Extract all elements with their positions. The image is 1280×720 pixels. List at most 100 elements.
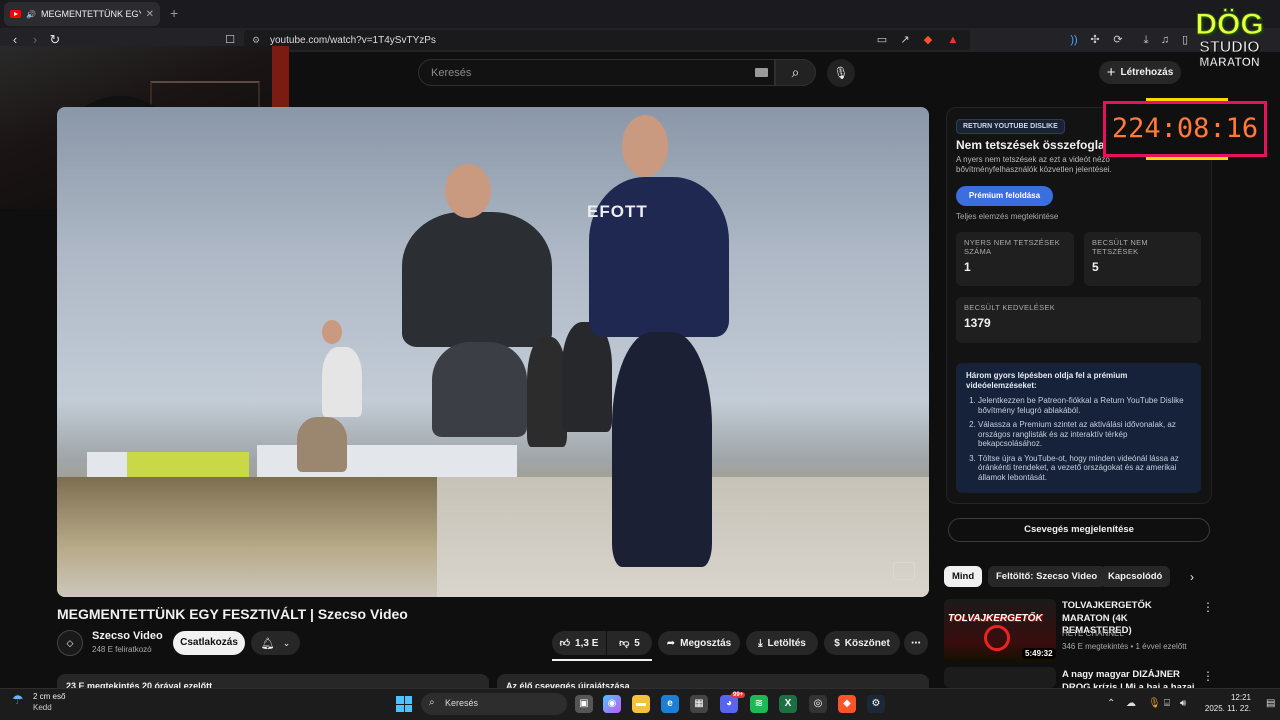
- steam-icon[interactable]: ⚙: [867, 695, 885, 713]
- extensions-icon[interactable]: ✣: [1087, 32, 1103, 48]
- like-ratio-bar: [552, 659, 652, 661]
- channel-avatar[interactable]: ◇: [57, 630, 83, 656]
- related-video-channel[interactable]: HETE CHANNEL: [1062, 628, 1124, 639]
- promo-heading: Három gyors lépésben oldja fel a prémium…: [966, 371, 1128, 390]
- share-label: Megosztás: [680, 637, 732, 649]
- download-label: Letöltés: [767, 637, 806, 649]
- voice-search-button[interactable]: 🎙: [827, 59, 855, 87]
- clock-date: 2025. 11. 22.: [1204, 704, 1251, 713]
- search-icon: ⌕: [429, 697, 435, 708]
- chevron-down-icon: ⌄: [282, 637, 291, 648]
- site-info-icon[interactable]: ⚙: [252, 35, 260, 46]
- video-thumbnail[interactable]: [944, 667, 1056, 688]
- search-icon: ⌕: [791, 64, 800, 80]
- cast-icon[interactable]: ▭: [874, 32, 890, 48]
- copilot-icon[interactable]: ◉: [603, 695, 621, 713]
- premium-unlock-button[interactable]: Prémium feloldása: [956, 186, 1053, 206]
- join-button[interactable]: Csatlakozás: [173, 631, 245, 655]
- chevron-right-icon[interactable]: ›: [1190, 570, 1194, 584]
- subscriber-count: 248 E feliratkozó: [92, 645, 152, 654]
- video-person: [322, 347, 362, 417]
- video-duration: 5:49:32: [1022, 648, 1056, 659]
- video-player[interactable]: [57, 107, 929, 597]
- search-button[interactable]: ⌕: [775, 59, 816, 86]
- dislike-button[interactable]: 👎︎ 5: [607, 631, 652, 655]
- more-vert-icon[interactable]: ⋮: [1202, 600, 1214, 614]
- keyboard-icon[interactable]: [755, 68, 768, 77]
- create-label: Létrehozás: [1120, 67, 1174, 78]
- video-shirt-text: EFOTT: [587, 202, 648, 221]
- sidebar-toggle-icon[interactable]: ▯: [1177, 32, 1193, 48]
- search-placeholder: Keresés: [431, 67, 472, 79]
- microphone-icon[interactable]: 🎙︎: [1148, 698, 1161, 709]
- youtube-favicon-icon: [10, 10, 21, 18]
- tab-title: MEGMENTETTÜNK EGY FESZTIVÁLT: [40, 9, 141, 19]
- ryd-premium-promo: Három gyors lépésben oldja fel a prémium…: [956, 363, 1201, 493]
- full-analysis-link[interactable]: Teljes elemzés megtekintése: [956, 212, 1058, 221]
- edge-icon[interactable]: e: [661, 695, 679, 713]
- weather-day: Kedd: [33, 703, 52, 712]
- thanks-button[interactable]: $ Köszönet: [824, 631, 900, 655]
- mic-icon: 🎙: [833, 66, 849, 80]
- brave-rewards-icon[interactable]: ▲: [945, 32, 961, 48]
- like-button[interactable]: 👍︎ 1,3 E: [552, 631, 606, 655]
- network-icon[interactable]: ⌸: [1164, 698, 1170, 709]
- start-button[interactable]: [396, 696, 412, 712]
- discord-badge: 99+: [731, 692, 746, 698]
- search-input[interactable]: Keresés: [418, 59, 775, 86]
- browser-tab[interactable]: 🔊 MEGMENTETTÜNK EGY FESZTIVÁLT ✕: [4, 2, 160, 26]
- task-view-icon[interactable]: ▣: [575, 695, 593, 713]
- related-video-title[interactable]: A nagy magyar DIZÁJNER DROG krízis | Mi …: [1062, 669, 1197, 688]
- video-person: [527, 337, 567, 447]
- promo-steps: Jelentkezzen be Patreon-fiókkal a Return…: [966, 396, 1191, 482]
- store-icon[interactable]: ▦: [690, 695, 708, 713]
- create-button[interactable]: + Létrehozás: [1099, 61, 1181, 84]
- spotify-icon[interactable]: ≋: [750, 695, 768, 713]
- chip-uploader[interactable]: Feltöltő: Szecso Video: [988, 566, 1106, 587]
- file-explorer-icon[interactable]: ▬: [632, 695, 650, 713]
- sync-icon[interactable]: ⟳: [1110, 32, 1126, 48]
- audio-extension-icon[interactable]: )): [1066, 32, 1082, 48]
- download-button[interactable]: ⤓ Letöltés: [746, 631, 818, 655]
- video-person: [589, 177, 729, 337]
- ryd-title: Nem tetszések összefoglalója: [956, 138, 1126, 152]
- more-vert-icon[interactable]: ⋮: [1202, 669, 1214, 683]
- taskbar-search-label: Keresés: [445, 698, 479, 708]
- marathon-timer: 224:08:16: [1103, 98, 1267, 160]
- speaker-icon[interactable]: 🔊: [26, 10, 36, 19]
- brave-shields-icon[interactable]: ◆: [920, 32, 936, 48]
- new-tab-button[interactable]: +: [170, 5, 178, 21]
- chip-related[interactable]: Kapcsolódó: [1100, 566, 1171, 587]
- clock-time: 12:21: [1230, 693, 1251, 702]
- brave-icon[interactable]: ◆: [838, 695, 856, 713]
- volume-icon[interactable]: 🔊︎: [1180, 698, 1186, 709]
- notifications-icon[interactable]: ▤: [1266, 698, 1275, 709]
- subscribe-bell-button[interactable]: 🔔︎ ⌄: [251, 631, 300, 655]
- address-bar[interactable]: ⚙ youtube.com/watch?v=1T4ySvTYzPs: [244, 30, 970, 50]
- channel-name[interactable]: Szecso Video: [92, 630, 163, 642]
- ryd-stat-estimated-likes: BECSÜLT KEDVELÉSEK 1379: [956, 297, 1201, 343]
- logo-line: DÖG: [1195, 8, 1264, 41]
- thumbs-up-icon: 👍︎: [559, 638, 571, 649]
- logo-line: MARATON: [1199, 55, 1260, 69]
- video-watermark-icon: [893, 562, 915, 580]
- share-button[interactable]: ➦ Megosztás: [658, 631, 740, 655]
- onedrive-icon[interactable]: ☁: [1126, 698, 1136, 709]
- promo-step: Jelentkezzen be Patreon-fiókkal a Return…: [978, 396, 1191, 415]
- tray-chevron-icon[interactable]: ⌃: [1107, 698, 1115, 709]
- downloads-icon[interactable]: ⤓: [1138, 32, 1154, 48]
- clock[interactable]: 12:21 2025. 11. 22.: [1199, 692, 1251, 714]
- related-video-meta: 346 E megtekintés • 1 évvel ezelőtt: [1062, 642, 1187, 651]
- browser-tabstrip: [0, 0, 1280, 28]
- taskbar-search[interactable]: ⌕ Keresés: [421, 693, 567, 715]
- promo-step: Válassza a Premium szintet az aktiválási…: [978, 420, 1191, 449]
- chip-all[interactable]: Mind: [944, 566, 983, 587]
- show-chat-button[interactable]: Csevegés megjelenítése: [948, 518, 1210, 542]
- more-actions-button[interactable]: ⋯: [904, 631, 928, 655]
- video-title: MEGMENTETTÜNK EGY FESZTIVÁLT | Szecso Vi…: [57, 606, 408, 622]
- media-icon[interactable]: ♫: [1157, 32, 1173, 48]
- excel-icon[interactable]: X: [779, 695, 797, 713]
- share-page-icon[interactable]: ↗: [897, 32, 913, 48]
- close-tab-icon[interactable]: ✕: [146, 9, 154, 20]
- github-icon[interactable]: ◎: [809, 695, 827, 713]
